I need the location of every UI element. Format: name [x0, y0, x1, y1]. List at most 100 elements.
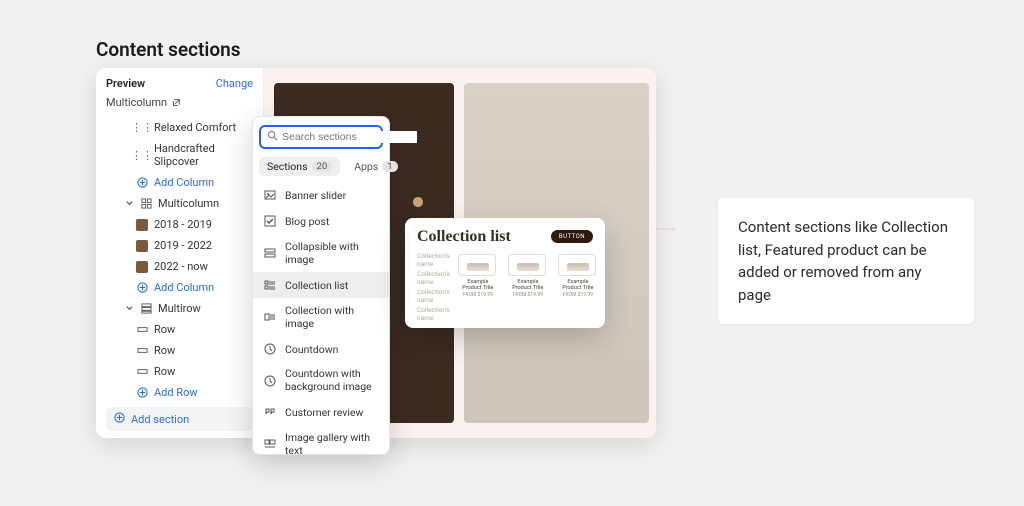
add-section-button[interactable]: Add section [106, 407, 253, 431]
section-option-countdown[interactable]: Countdown [253, 336, 389, 362]
search-input-wrapper[interactable] [259, 125, 383, 149]
tree-item-label: Handcrafted Slipcover [154, 142, 253, 168]
preview-label: Preview [106, 77, 145, 90]
tree-item-label: 2018 - 2019 [154, 218, 212, 231]
section-option-customer-review[interactable]: Customer review [253, 399, 389, 425]
sidebar-panel: Preview Change Multicolumn ⋮⋮ Relaxed Co… [96, 68, 264, 438]
search-input[interactable] [282, 131, 417, 143]
section-option-label: Countdown with background image [285, 368, 379, 393]
handle-icon: ⋮⋮ [136, 149, 148, 161]
preview-product-image [458, 254, 496, 276]
tab-count-badge: 20 [312, 161, 333, 172]
section-picker-popover: Sections 20 Apps 1 Banner slider Blog po… [252, 116, 390, 455]
search-icon [267, 130, 278, 144]
tab-label: Sections [267, 160, 308, 173]
section-option-label: Countdown [285, 343, 338, 356]
tree-item-leaf[interactable]: ⋮⋮ Handcrafted Slipcover [100, 138, 259, 172]
section-option-collection-image[interactable]: Collection with image [253, 298, 389, 336]
tree-section-multirow[interactable]: Multirow [100, 298, 259, 319]
footer-group-label: Footer [100, 435, 259, 438]
tree-item-label: 2022 - now [154, 260, 208, 273]
popover-tabs: Sections 20 Apps 1 [253, 155, 389, 182]
check-icon [263, 214, 277, 228]
preview-product: Example Product Title FROM $19.99 [458, 254, 498, 322]
collection-name-list: Collection's name Collection's name Coll… [417, 252, 450, 322]
tree-item-label: 2019 - 2022 [154, 239, 212, 252]
section-option-collection-list[interactable]: Collection list [253, 272, 389, 298]
section-option-label: Image gallery with text [285, 431, 379, 454]
section-option-banner-slider[interactable]: Banner slider [253, 182, 389, 208]
section-list[interactable]: Banner slider Blog post Collapsible with… [253, 182, 389, 454]
preview-current[interactable]: Multicolumn [96, 96, 263, 117]
thumb-icon [136, 240, 148, 252]
tree-item-label: Row [154, 365, 175, 378]
clock-icon [263, 374, 277, 388]
image-icon [263, 188, 277, 202]
tree-section-multicolumn[interactable]: Multicolumn [100, 193, 259, 214]
tree-item-leaf[interactable]: ⋮⋮ Relaxed Comfort [100, 117, 259, 138]
tab-apps[interactable]: Apps 1 [346, 157, 405, 176]
tab-label: Apps [354, 160, 378, 173]
add-column-link[interactable]: Add Column [100, 277, 259, 298]
preview-product: Example Product Title FROM $19.99 [558, 254, 598, 322]
section-option-label: Collection list [285, 279, 348, 292]
tree-item-label: Multirow [158, 302, 201, 315]
callout-arrow [610, 228, 720, 230]
section-option-label: Collapsible with image [285, 240, 379, 266]
section-option-blog-post[interactable]: Blog post [253, 208, 389, 234]
section-option-label: Banner slider [285, 189, 346, 202]
tree-item-child[interactable]: 2018 - 2019 [100, 214, 259, 235]
section-option-collapsible-image[interactable]: Collapsible with image [253, 234, 389, 272]
external-link-icon [171, 98, 181, 108]
add-section-label: Add section [131, 413, 189, 426]
chevron-down-icon [124, 304, 134, 314]
change-link[interactable]: Change [216, 77, 253, 90]
preview-card-button: BUTTON [551, 230, 593, 243]
preview-name: Multicolumn [106, 96, 167, 109]
add-row-link[interactable]: Add Row [100, 382, 259, 403]
row-icon [136, 366, 148, 378]
list-icon [263, 278, 277, 292]
image-row-icon [263, 310, 277, 324]
tree-item-label: Row [154, 344, 175, 357]
preview-product: Example Product Title FROM $19.99 [508, 254, 548, 322]
tab-sections[interactable]: Sections 20 [259, 157, 340, 176]
callout-note: Content sections like Collection list, F… [718, 198, 974, 324]
plus-circle-icon [136, 177, 148, 189]
tree-item-label: Add Row [154, 386, 198, 399]
grid-icon [140, 198, 152, 210]
collection-name: Collection's name [417, 252, 450, 268]
gallery-icon [263, 437, 277, 451]
preview-product-price: FROM $19.99 [458, 292, 498, 298]
rows-icon [140, 303, 152, 315]
preview-product-title: Example Product Title [458, 279, 498, 291]
panel-icon [263, 246, 277, 260]
row-icon [136, 345, 148, 357]
tab-count-badge: 1 [382, 161, 397, 172]
section-option-image-gallery-text[interactable]: Image gallery with text [253, 425, 389, 454]
clock-icon [263, 342, 277, 356]
plus-circle-icon [114, 412, 125, 426]
plus-circle-icon [136, 387, 148, 399]
collection-name: Collection's name [417, 306, 450, 322]
tree-item-child[interactable]: Row [100, 319, 259, 340]
tree-item-child[interactable]: Row [100, 361, 259, 382]
preview-product-image [558, 254, 596, 276]
row-icon [136, 324, 148, 336]
tree-item-label: Add Column [154, 281, 214, 294]
tree-item-child[interactable]: 2022 - now [100, 256, 259, 277]
preview-products-row: Example Product Title FROM $19.99 Exampl… [458, 254, 598, 322]
tree-item-label: Relaxed Comfort [154, 121, 236, 134]
section-preview-card: Collection list BUTTON Collection's name… [405, 218, 605, 328]
collection-name: Collection's name [417, 288, 450, 304]
collection-name: Collection's name [417, 270, 450, 286]
section-option-countdown-bg[interactable]: Countdown with background image [253, 362, 389, 399]
tree-item-child[interactable]: 2019 - 2022 [100, 235, 259, 256]
section-option-label: Customer review [285, 406, 363, 419]
tree-item-label: Row [154, 323, 175, 336]
chevron-down-icon [124, 199, 134, 209]
thumb-icon [136, 261, 148, 273]
tree-item-child[interactable]: Row [100, 340, 259, 361]
add-column-link[interactable]: Add Column [100, 172, 259, 193]
preview-product-image [508, 254, 546, 276]
